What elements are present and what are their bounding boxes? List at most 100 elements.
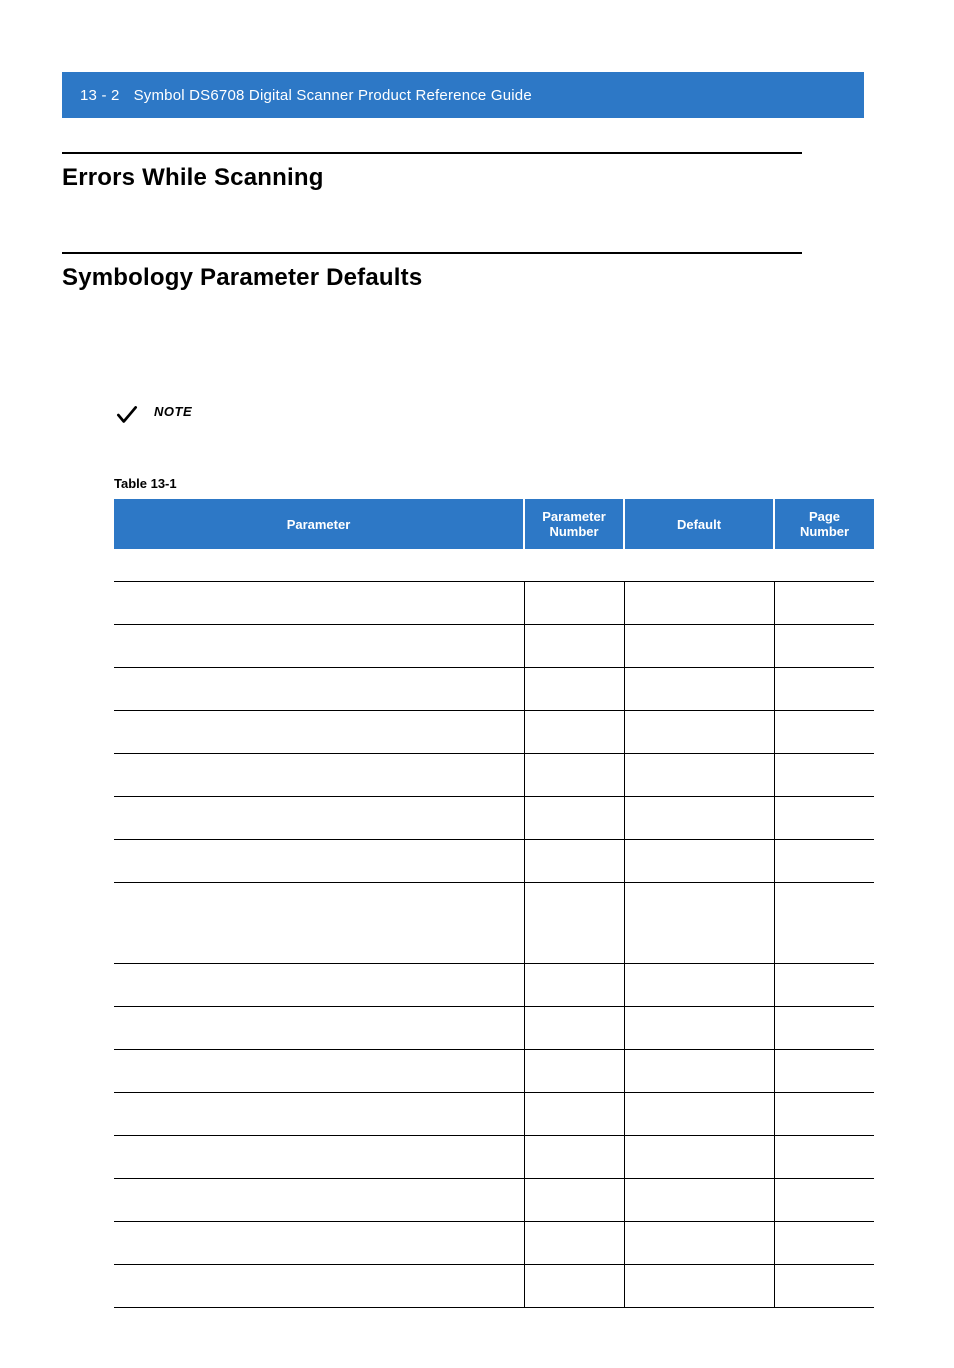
parameter-table: Parameter Parameter Number Default Page …: [114, 499, 874, 1308]
table-cell: [774, 625, 874, 668]
table-row: [114, 840, 874, 883]
table-cell: [774, 964, 874, 1007]
page-container: 13 - 2 Symbol DS6708 Digital Scanner Pro…: [0, 0, 954, 1368]
table-cell: [524, 964, 624, 1007]
table-cell: [114, 711, 524, 754]
table-cell: [524, 625, 624, 668]
table-row: [114, 1222, 874, 1265]
table-row: [114, 1007, 874, 1050]
table-row: [114, 1265, 874, 1308]
doc-title: Symbol DS6708 Digital Scanner Product Re…: [134, 87, 532, 104]
table-cell: [114, 964, 524, 1007]
table-cell: [114, 754, 524, 797]
table-cell: [774, 1050, 874, 1093]
section-errors: Errors While Scanning: [62, 152, 864, 192]
table-cell: [774, 1265, 874, 1308]
table-cell: [524, 1222, 624, 1265]
table-cell: [524, 883, 624, 964]
table-cell: [524, 668, 624, 711]
table-row: [114, 1179, 874, 1222]
page-number: 13 - 2: [80, 87, 120, 104]
table-row: [114, 625, 874, 668]
col-header-parameter-number: Parameter Number: [524, 499, 624, 549]
col-header-default: Default: [624, 499, 774, 549]
table-cell: [114, 625, 524, 668]
table-cell: [624, 1265, 774, 1308]
table-cell: [524, 1007, 624, 1050]
table-row: [114, 582, 874, 625]
table-cell: [624, 668, 774, 711]
table-row: [114, 711, 874, 754]
table-body: [114, 549, 874, 1308]
table-cell: [114, 549, 874, 582]
table-row: [114, 549, 874, 582]
table-cell: [114, 797, 524, 840]
note-label: NOTE: [154, 404, 192, 419]
table-cell: [624, 1007, 774, 1050]
table-row: [114, 754, 874, 797]
table-row: [114, 1050, 874, 1093]
table-cell: [114, 668, 524, 711]
table-cell: [114, 883, 524, 964]
table-cell: [774, 1222, 874, 1265]
table-cell: [524, 797, 624, 840]
table-cell: [774, 754, 874, 797]
table-cell: [114, 1093, 524, 1136]
table-cell: [774, 582, 874, 625]
table-cell: [774, 883, 874, 964]
section-defaults: Symbology Parameter Defaults: [62, 252, 864, 292]
table-row: [114, 1136, 874, 1179]
table-cell: [524, 1136, 624, 1179]
table-cell: [774, 1179, 874, 1222]
table-row: [114, 964, 874, 1007]
table-cell: [114, 1007, 524, 1050]
table-cell: [624, 1050, 774, 1093]
note-block: NOTE: [114, 402, 864, 428]
table-cell: [774, 1007, 874, 1050]
table-cell: [114, 1222, 524, 1265]
table-cell: [624, 1093, 774, 1136]
table-cell: [624, 625, 774, 668]
table-cell: [524, 1179, 624, 1222]
section-rule: [62, 252, 802, 254]
table-cell: [114, 582, 524, 625]
table-cell: [774, 1136, 874, 1179]
table-cell: [624, 883, 774, 964]
table-cell: [524, 840, 624, 883]
table-cell: [624, 1222, 774, 1265]
table-cell: [524, 1265, 624, 1308]
table-cell: [624, 754, 774, 797]
table-cell: [774, 668, 874, 711]
page-header: 13 - 2 Symbol DS6708 Digital Scanner Pro…: [62, 72, 864, 118]
table-cell: [624, 840, 774, 883]
table-row: [114, 668, 874, 711]
table-cell: [624, 1179, 774, 1222]
table-row: [114, 1093, 874, 1136]
table-cell: [774, 797, 874, 840]
table-cell: [524, 711, 624, 754]
table-cell: [624, 964, 774, 1007]
table-cell: [114, 1050, 524, 1093]
table-cell: [114, 840, 524, 883]
section-title-errors: Errors While Scanning: [62, 164, 864, 192]
table-cell: [524, 754, 624, 797]
section-rule: [62, 152, 802, 154]
table-cell: [114, 1265, 524, 1308]
table-cell: [624, 711, 774, 754]
col-header-page-number: Page Number: [774, 499, 874, 549]
table-cell: [114, 1179, 524, 1222]
table-cell: [524, 1093, 624, 1136]
table-cell: [774, 711, 874, 754]
table-cell: [624, 797, 774, 840]
table-header-row: Parameter Parameter Number Default Page …: [114, 499, 874, 549]
table-cell: [114, 1136, 524, 1179]
table-cell: [624, 1136, 774, 1179]
table-row: [114, 883, 874, 964]
table-cell: [524, 582, 624, 625]
table-cell: [524, 1050, 624, 1093]
checkmark-icon: [114, 402, 140, 428]
table-row: [114, 797, 874, 840]
section-title-defaults: Symbology Parameter Defaults: [62, 264, 864, 292]
table-caption: Table 13-1: [114, 476, 864, 491]
table-cell: [774, 1093, 874, 1136]
